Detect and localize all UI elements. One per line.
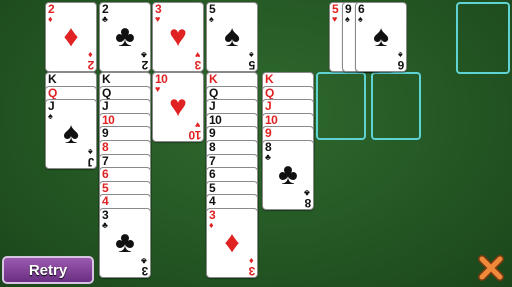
empty-slot-column-7[interactable] bbox=[371, 72, 421, 140]
foundation-card[interactable]: 6 ♠ ♠ 6 ♠ bbox=[355, 2, 407, 72]
card-suit-center: ♠ bbox=[224, 20, 240, 53]
top-row-card[interactable]: 2 ♦ ♦ 2 ♦ bbox=[45, 2, 97, 72]
card-suit-corner: ♣ bbox=[304, 188, 310, 198]
card-suit-corner: ♦ bbox=[88, 50, 93, 60]
card-suit-center: ♥ bbox=[169, 20, 187, 53]
close-icon bbox=[478, 255, 504, 281]
card-suit-corner: ♠ bbox=[398, 50, 403, 60]
empty-slot-column-6[interactable] bbox=[316, 72, 366, 140]
card-suit-center: ♦ bbox=[63, 20, 79, 53]
card-suit-corner: ♣ bbox=[141, 50, 147, 60]
card-suit-corner: ♥ bbox=[194, 120, 200, 130]
card-suit-corner: ♠ bbox=[249, 50, 254, 60]
tableau-card[interactable]: 3 ♦ ♦ 3 ♦ bbox=[206, 208, 258, 278]
card-suit-corner: ♠ bbox=[88, 147, 93, 158]
card-suit-corner: ♣ bbox=[141, 256, 147, 266]
card-suit-center: ♠ bbox=[373, 20, 389, 53]
card-suit-center: ♣ bbox=[115, 20, 135, 53]
card-suit-center: ♣ bbox=[115, 226, 135, 259]
card-suit-corner: ♦ bbox=[249, 256, 254, 266]
tableau-card[interactable]: 3 ♣ ♣ 3 ♣ bbox=[99, 208, 151, 278]
empty-slot-top-right[interactable] bbox=[456, 2, 510, 74]
close-button[interactable] bbox=[474, 251, 508, 285]
retry-button[interactable]: Retry bbox=[2, 256, 94, 284]
card-rank-corner: J bbox=[87, 155, 94, 170]
tableau-card[interactable]: 8 ♣ ♣ 8 ♣ bbox=[262, 140, 314, 210]
card-suit-center: ♥ bbox=[169, 90, 187, 123]
top-row-card[interactable]: 5 ♠ ♠ 5 ♠ bbox=[206, 2, 258, 72]
top-row-card[interactable]: 2 ♣ ♣ 2 ♣ bbox=[99, 2, 151, 72]
card-suit-center: ♣ bbox=[278, 158, 298, 191]
tableau-card[interactable]: 10♥♥10♥ bbox=[152, 72, 204, 142]
tableau-card[interactable]: J♠♠J♠ bbox=[45, 99, 97, 170]
card-suit-corner: ♥ bbox=[194, 50, 200, 60]
top-row-card[interactable]: 3 ♥ ♥ 3 ♥ bbox=[152, 2, 204, 72]
card-suit-center: ♦ bbox=[224, 226, 240, 259]
